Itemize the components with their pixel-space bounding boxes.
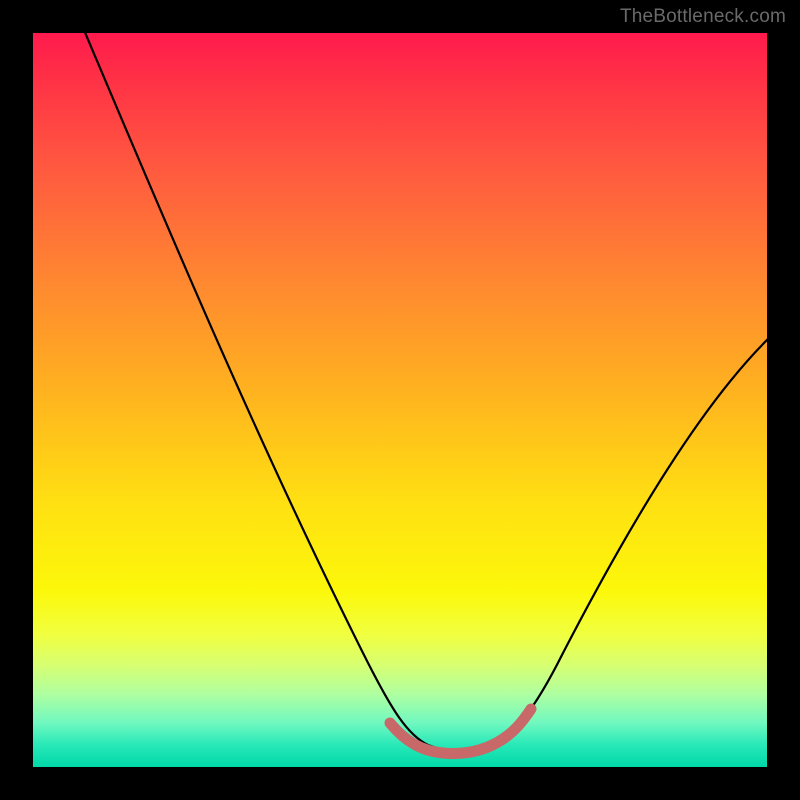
curve-svg (33, 33, 767, 767)
plot-area (33, 33, 767, 767)
curve-line (81, 33, 767, 751)
watermark-text: TheBottleneck.com (620, 6, 786, 28)
chart-stage: TheBottleneck.com (0, 0, 800, 800)
